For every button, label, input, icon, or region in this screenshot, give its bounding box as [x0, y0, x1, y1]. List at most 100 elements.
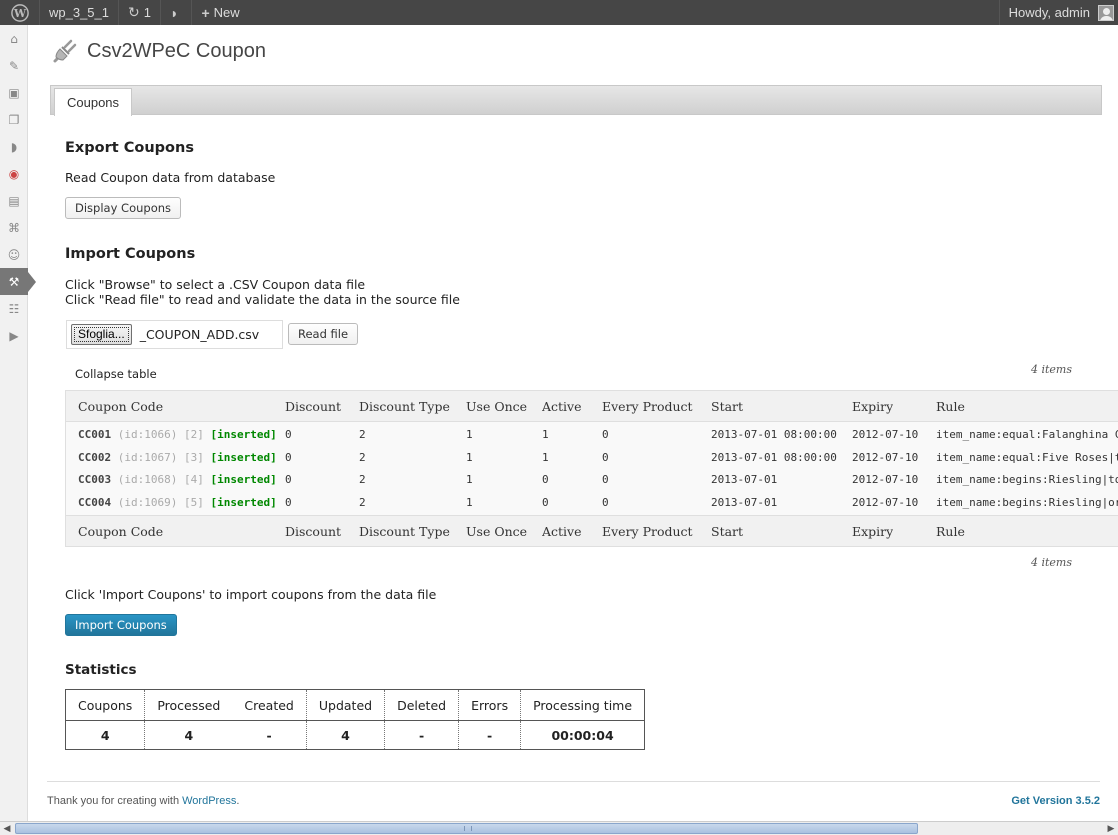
table-row: CC004 (id:1069) [5] [inserted] 0 2 1 0 0… — [66, 492, 1118, 515]
grip-icon — [464, 826, 472, 831]
table-row: CC003 (id:1068) [4] [inserted] 0 2 1 0 0… — [66, 469, 1118, 492]
settings-icon[interactable]: ☷ — [0, 295, 28, 322]
users-icon[interactable]: ☺ — [0, 241, 28, 268]
column-header[interactable]: Rule — [936, 391, 965, 422]
dashboard-icon[interactable]: ⌂ — [0, 25, 28, 52]
import-coupons-button[interactable]: Import Coupons — [65, 614, 177, 636]
start-cell: 2013-07-01 — [711, 495, 778, 509]
read-file-button[interactable]: Read file — [288, 323, 359, 345]
page-title: Csv2WPeC Coupon — [87, 39, 266, 62]
every-product-cell: 0 — [602, 428, 609, 441]
stat-value: 4 — [144, 720, 233, 750]
column-header[interactable]: Discount Type — [359, 391, 450, 422]
statistics-table: Coupons Processed Created Updated Delete… — [64, 689, 646, 750]
import-heading: Import Coupons — [65, 246, 196, 262]
stat-header: Created — [232, 689, 307, 721]
active-cell: 1 — [542, 450, 549, 464]
items-count-top: 4 items — [1030, 363, 1072, 376]
discount-cell: 0 — [285, 450, 292, 464]
tools-icon[interactable]: ⚒ — [0, 268, 36, 295]
column-header[interactable]: Use Once — [466, 391, 527, 422]
column-footer[interactable]: Active — [542, 516, 582, 547]
wordpress-link[interactable]: WordPress — [182, 795, 236, 807]
my-account-link[interactable]: Howdy, admin — [998, 0, 1118, 25]
stat-header: Deleted — [384, 689, 460, 721]
use-once-cell: 1 — [466, 495, 473, 509]
stat-header: Coupons — [64, 689, 146, 721]
statistics-header-row: Coupons Processed Created Updated Delete… — [64, 689, 646, 721]
scrollbar-thumb[interactable] — [15, 823, 918, 834]
export-heading: Export Coupons — [65, 140, 194, 156]
display-coupons-button[interactable]: Display Coupons — [65, 197, 182, 219]
stat-value: - — [232, 720, 307, 750]
stat-value: 00:00:04 — [520, 720, 646, 750]
avatar — [1098, 4, 1114, 21]
rule-cell: item_name:equal:Five Roses|to — [936, 450, 1118, 464]
import-coupons-instruction: Click 'Import Coupons' to import coupons… — [65, 587, 437, 602]
stat-header: Processed — [144, 689, 233, 721]
table-row: CC002 (id:1067) [3] [inserted] 0 2 1 1 0… — [66, 447, 1118, 470]
coupon-code-cell: CC001 (id:1066) [2] [inserted] — [78, 428, 277, 441]
file-input[interactable]: Sfoglia... _COUPON_ADD.csv — [66, 320, 283, 349]
use-once-cell: 1 — [466, 450, 473, 464]
column-footer[interactable]: Coupon Code — [78, 516, 163, 547]
get-version-link[interactable]: Get Version 3.5.2 — [1011, 795, 1100, 807]
coupon-table: Coupon Code Discount Discount Type Use O… — [65, 390, 1118, 547]
import-instruction-2: Click "Read file" to read and validate t… — [65, 292, 460, 307]
column-footer[interactable]: Expiry — [852, 516, 893, 547]
column-header[interactable]: Every Product — [602, 391, 693, 422]
items-count-bottom: 4 items — [1030, 556, 1072, 569]
column-header[interactable]: Start — [711, 391, 743, 422]
svg-text:W: W — [12, 7, 26, 20]
expiry-cell: 2012-07-10 — [852, 428, 919, 441]
collapse-icon[interactable]: ▶ — [0, 322, 28, 349]
every-product-cell: 0 — [602, 450, 609, 464]
stat-value: 4 — [305, 720, 386, 750]
posts-icon[interactable]: ✎ — [0, 52, 28, 79]
media-icon[interactable]: ▣ — [0, 79, 28, 106]
column-header[interactable]: Expiry — [852, 391, 893, 422]
table-header: Coupon Code Discount Discount Type Use O… — [66, 391, 1118, 422]
column-footer[interactable]: Every Product — [602, 516, 693, 547]
selected-file-name: _COUPON_ADD.csv — [139, 327, 260, 342]
wpec-icon[interactable]: ◉ — [0, 160, 28, 187]
rule-cell: item_name:begins:Riesling|or:i — [936, 495, 1118, 509]
column-header[interactable]: Discount — [285, 391, 341, 422]
expiry-cell: 2012-07-10 — [852, 473, 919, 486]
plugin-plug-icon — [49, 35, 81, 67]
statistics-value-row: 4 4 - 4 - - 00:00:04 — [64, 720, 646, 750]
plus-icon: + — [201, 4, 210, 21]
pages-icon[interactable]: ❐ — [0, 106, 28, 133]
stat-header: Processing time — [520, 689, 646, 721]
browse-button[interactable]: Sfoglia... — [71, 324, 132, 345]
scroll-right-icon[interactable]: ▶ — [1104, 822, 1118, 835]
rule-cell: item_name:begins:Riesling|tota — [936, 473, 1118, 486]
table-footer: Coupon Code Discount Discount Type Use O… — [66, 515, 1118, 546]
updates-link[interactable]: ↻ 1 — [119, 0, 161, 25]
comments-menu-icon[interactable]: ◗ — [0, 133, 28, 160]
admin-bar: W wp_3_5_1 ↻ 1 ◗ + New Howdy, admin — [0, 0, 1118, 25]
every-product-cell: 0 — [602, 473, 609, 486]
column-header[interactable]: Active — [542, 391, 582, 422]
column-footer[interactable]: Start — [711, 516, 743, 547]
column-footer[interactable]: Use Once — [466, 516, 527, 547]
site-name-link[interactable]: wp_3_5_1 — [40, 0, 119, 25]
column-footer[interactable]: Rule — [936, 516, 965, 547]
column-footer[interactable]: Discount — [285, 516, 341, 547]
collapse-table-link[interactable]: Collapse table — [75, 367, 157, 381]
use-once-cell: 1 — [466, 473, 473, 486]
every-product-cell: 0 — [602, 495, 609, 509]
comments-link[interactable]: ◗ — [161, 0, 193, 25]
rule-cell: item_name:equal:Falanghina Cl — [936, 428, 1118, 441]
wordpress-logo-icon[interactable]: W — [0, 0, 40, 25]
plugins-icon[interactable]: ⌘ — [0, 214, 28, 241]
column-header[interactable]: Coupon Code — [78, 391, 163, 422]
discount-cell: 0 — [285, 428, 292, 441]
horizontal-scrollbar[interactable]: ◀ ▶ — [0, 821, 1118, 835]
column-footer[interactable]: Discount Type — [359, 516, 450, 547]
appearance-icon[interactable]: ▤ — [0, 187, 28, 214]
new-content-link[interactable]: + New — [192, 0, 248, 25]
discount-type-cell: 2 — [359, 450, 366, 464]
tab-coupons[interactable]: Coupons — [54, 88, 133, 116]
scroll-left-icon[interactable]: ◀ — [0, 822, 14, 835]
